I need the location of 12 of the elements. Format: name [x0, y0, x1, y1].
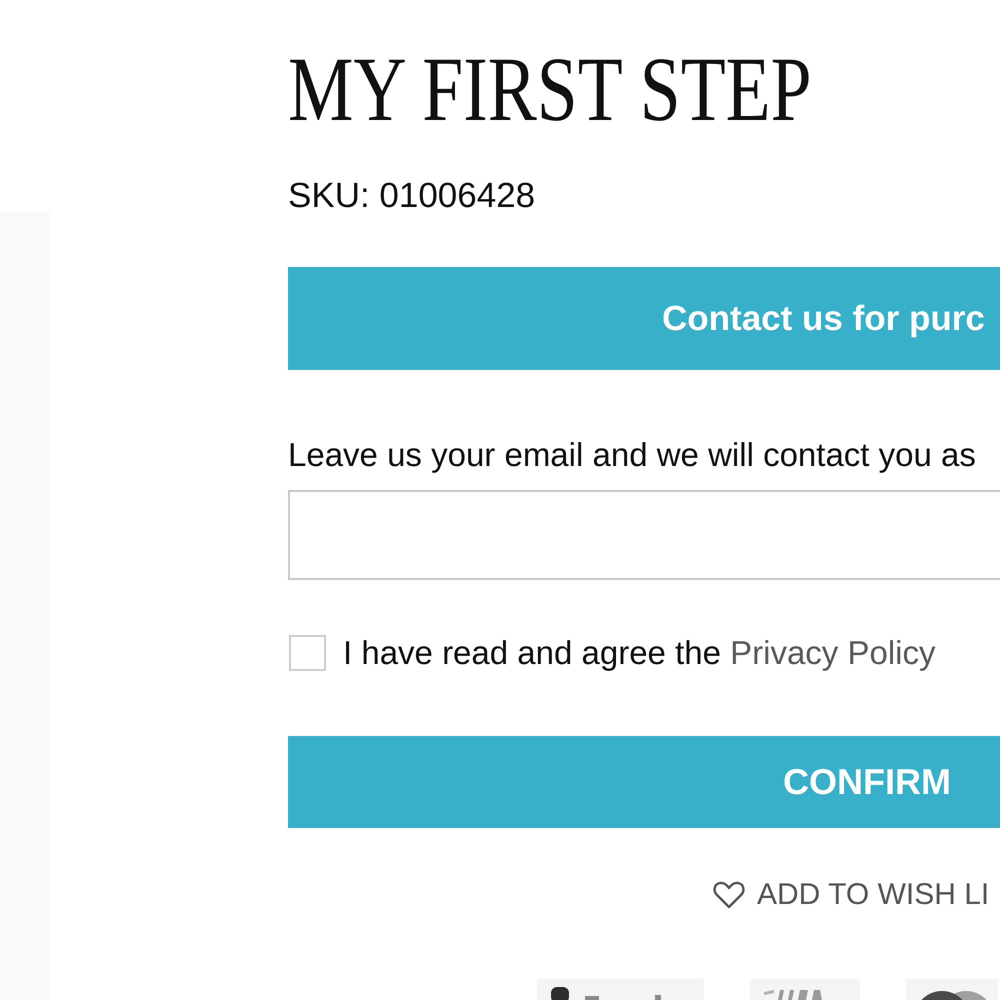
email-field[interactable]: [288, 490, 1000, 580]
payment-logo-icon: [750, 979, 860, 1000]
payment-logo-icon: [537, 979, 704, 1000]
wishlist-button[interactable]: ADD TO WISH LI: [713, 878, 990, 912]
overlapping-circles-icon: [906, 979, 998, 1000]
consent-text: I have read and agree the Privacy Policy: [343, 635, 936, 671]
product-title: MY FIRST STEP: [288, 43, 812, 135]
privacy-policy-link[interactable]: Privacy Policy: [730, 634, 936, 671]
email-prompt-text: Leave us your email and we will contact you as: [288, 438, 976, 471]
heart-icon: [713, 881, 745, 909]
consent-checkbox[interactable]: [289, 635, 326, 671]
sku-text: SKU: 01006428: [288, 178, 536, 213]
